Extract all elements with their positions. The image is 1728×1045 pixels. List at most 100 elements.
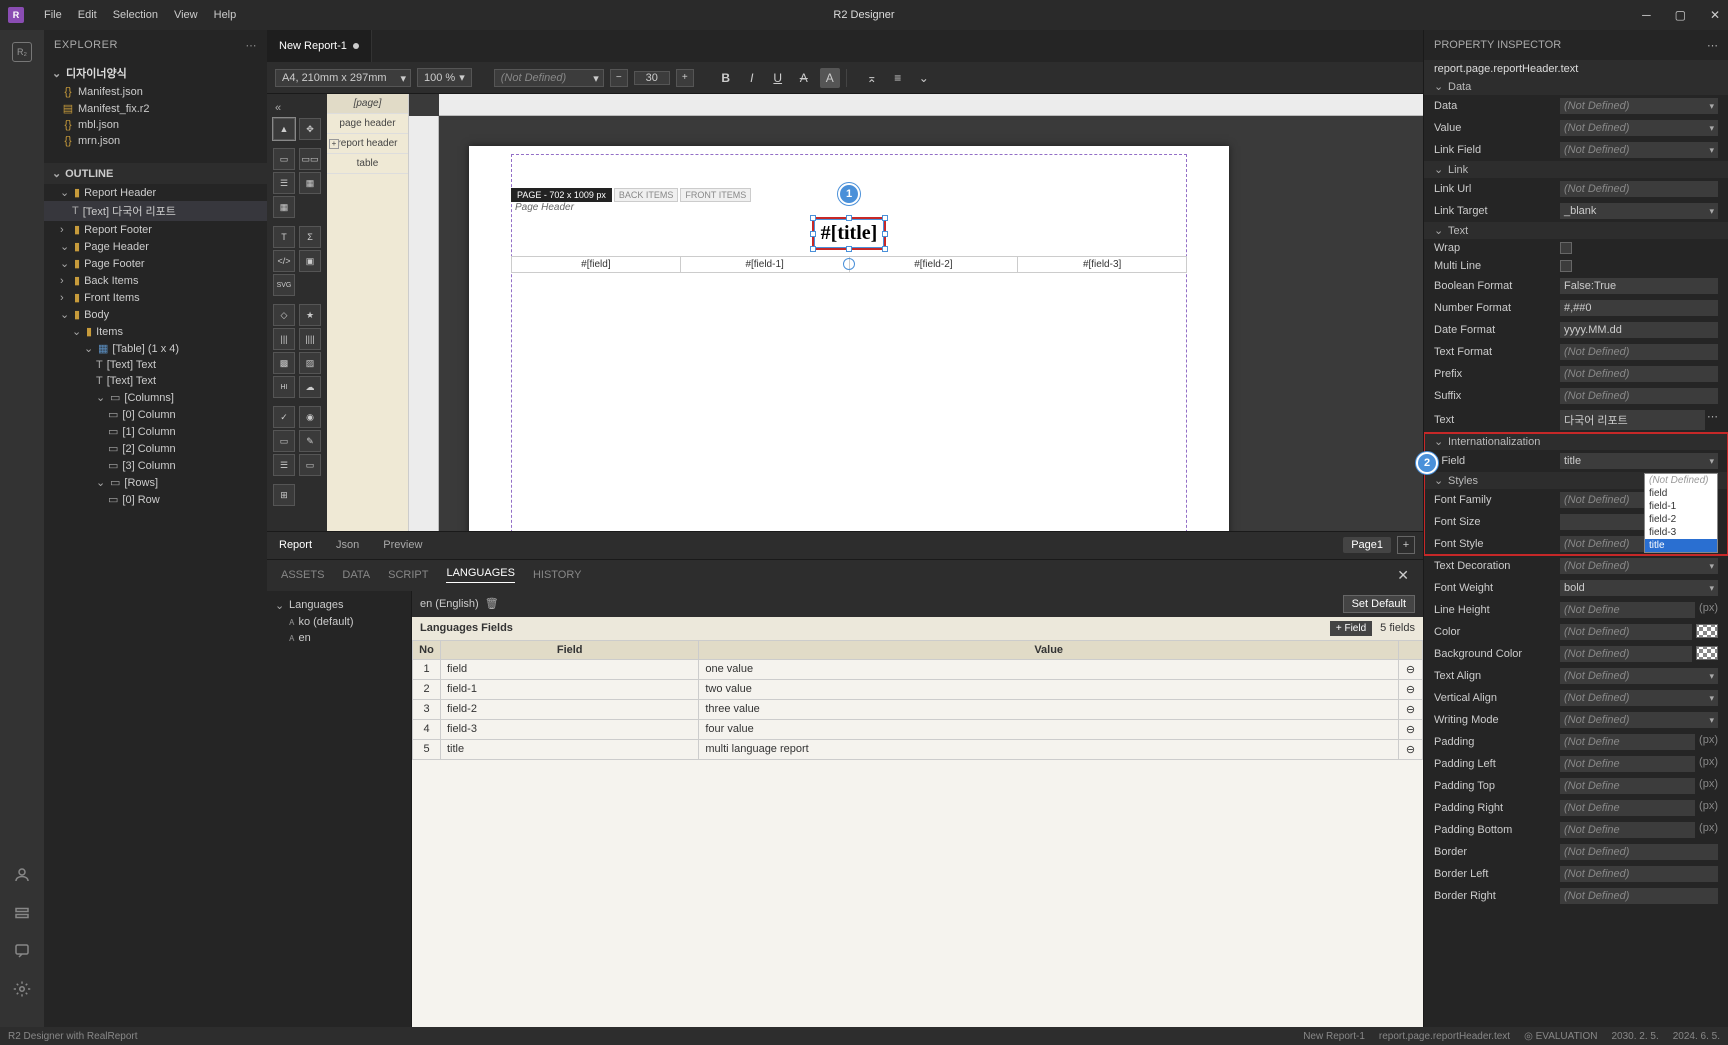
textcolor-button[interactable]: A [820,68,840,88]
prop-lineheight[interactable]: (Not Define [1560,602,1695,618]
outline--Table---1-x-4-[interactable]: ⌄▦[Table] (1 x 4) [44,340,267,357]
prop-borderright[interactable]: (Not Defined) [1560,888,1718,904]
row-action-icon[interactable]: ⊖ [1406,744,1415,756]
prop-bgcolor[interactable]: (Not Defined) [1560,646,1692,662]
canvas[interactable]: PAGE - 702 x 1009 px BACK ITEMS FRONT IT… [409,94,1423,531]
outline--0--Row[interactable]: ▭[0] Row [44,491,267,508]
struct-pageheader[interactable]: page header [327,114,408,134]
intl-field-dropdown[interactable]: (Not Defined)fieldfield-1field-2field-3t… [1644,473,1718,553]
tool-stamp[interactable]: ☁ [299,376,321,398]
tool-pointer[interactable]: ▲ [273,118,295,140]
outline-Page-Header[interactable]: ⌄▮Page Header [44,238,267,255]
outline-Front-Items[interactable]: ›▮Front Items [44,289,267,306]
field-cell-0[interactable]: #[field] [512,257,681,272]
outline-Items[interactable]: ⌄▮Items [44,323,267,340]
struct-page[interactable]: [page] [327,94,408,114]
group-data[interactable]: ⌄Data [1424,78,1728,95]
prop-padtop[interactable]: (Not Define [1560,778,1695,794]
lang-row-field-3[interactable]: 4field-3four value⊖ [413,719,1423,739]
tool-pattern[interactable]: ▨ [299,352,321,374]
tool-barcode[interactable]: ||| [273,328,295,350]
project-folder[interactable]: ⌄디자이너양식 [44,62,267,84]
file-Manifest_fix.r2[interactable]: ▤Manifest_fix.r2 [56,100,267,117]
back-items-tag[interactable]: BACK ITEMS [614,188,679,202]
tool-svg[interactable]: SVG [273,274,295,296]
outline--Rows-[interactable]: ⌄▭[Rows] [44,474,267,491]
prop-padleft[interactable]: (Not Define [1560,756,1695,772]
tool-grid[interactable]: ▦ [299,172,321,194]
tool-radio[interactable]: ◉ [299,406,321,428]
row-action-icon[interactable]: ⊖ [1406,684,1415,696]
dropdown-option-field-3[interactable]: field-3 [1645,526,1717,539]
prop-padbottom[interactable]: (Not Define [1560,822,1695,838]
maximize-icon[interactable]: ▢ [1675,8,1686,22]
tool-panel[interactable]: ▭ [299,454,321,476]
align-top-button[interactable]: ⌅ [862,68,882,88]
fontsize-decrease-button[interactable]: − [610,69,628,87]
front-items-tag[interactable]: FRONT ITEMS [680,188,751,202]
field-cell-3[interactable]: #[field-3] [1018,257,1186,272]
prop-prefix[interactable]: (Not Defined) [1560,366,1718,382]
outline--0--Column[interactable]: ▭[0] Column [44,406,267,423]
subtab-assets[interactable]: ASSETS [281,569,324,581]
prop-text[interactable]: 다국어 리포트 [1560,410,1705,430]
tool-text[interactable]: T [273,226,295,248]
file-mbl.json[interactable]: {}mbl.json [56,117,267,133]
selected-title-element[interactable]: #[title] [812,217,887,250]
outline--1--Column[interactable]: ▭[1] Column [44,423,267,440]
strikethrough-button[interactable]: A [794,68,814,88]
struct-reportheader[interactable]: +report header [327,134,408,154]
file-Manifest.json[interactable]: {}Manifest.json [56,84,267,100]
menu-edit[interactable]: Edit [70,9,105,21]
menu-help[interactable]: Help [206,9,245,21]
add-field-button[interactable]: + Field [1330,621,1372,636]
fontsize-input[interactable]: 30 [634,71,670,85]
prop-linktarget[interactable]: _blank▾ [1560,203,1718,219]
prop-boolformat[interactable]: False:True [1560,278,1718,294]
group-text[interactable]: ⌄Text [1424,222,1728,239]
fontsize-increase-button[interactable]: + [676,69,694,87]
prop-border[interactable]: (Not Defined) [1560,844,1718,860]
prop-writemode[interactable]: (Not Defined)▾ [1560,712,1718,728]
prop-valign[interactable]: (Not Defined)▾ [1560,690,1718,706]
explorer-more-icon[interactable]: ⋯ [246,39,258,52]
bgcolor-swatch[interactable] [1696,646,1718,660]
prop-value[interactable]: (Not Defined)▾ [1560,120,1718,136]
outline--Columns-[interactable]: ⌄▭[Columns] [44,389,267,406]
lang-root[interactable]: ⌄Languages [271,597,407,614]
palette-collapse-button[interactable]: « [271,100,323,116]
outline-Body[interactable]: ⌄▮Body [44,306,267,323]
page-indicator[interactable]: Page1 [1343,537,1391,553]
menu-view[interactable]: View [166,9,206,21]
tool-sign[interactable]: ✎ [299,430,321,452]
activity-designer-icon[interactable]: R₂ [12,42,32,62]
zoom-select[interactable]: 100 % ▾ [417,68,472,87]
tool-summary[interactable]: Σ [299,226,321,248]
align-bottom-button[interactable]: ⌄ [914,68,934,88]
prop-suffix[interactable]: (Not Defined) [1560,388,1718,404]
outline--3--Column[interactable]: ▭[3] Column [44,457,267,474]
tool-star[interactable]: ★ [299,304,321,326]
prop-fontweight[interactable]: bold▾ [1560,580,1718,596]
tool-shape[interactable]: ◇ [273,304,295,326]
tab-preview-view[interactable]: Preview [371,532,434,559]
align-middle-button[interactable]: ≡ [888,68,908,88]
dropdown-option-field-1[interactable]: field-1 [1645,500,1717,513]
row-action-icon[interactable]: ⊖ [1406,664,1415,676]
outline-Report-Header[interactable]: ⌄▮Report Header [44,184,267,201]
tool-align[interactable]: ⊞ [273,484,295,506]
activity-feedback-icon[interactable] [12,941,32,961]
tool-qr[interactable]: ▩ [273,352,295,374]
prop-linkurl[interactable]: (Not Defined) [1560,181,1718,197]
tool-check[interactable]: ✓ [273,406,295,428]
italic-button[interactable]: I [742,68,762,88]
outline--Text--Text[interactable]: T[Text] Text [44,357,267,373]
tool-table[interactable]: ▦ [273,196,295,218]
tool-list[interactable]: ☰ [273,454,295,476]
prop-multiline[interactable] [1560,260,1572,272]
menu-selection[interactable]: Selection [105,9,166,21]
set-default-button[interactable]: Set Default [1343,595,1415,613]
outline--Text---------[interactable]: T[Text] 다국어 리포트 [44,201,267,221]
lang-ko[interactable]: ᴀko (default) [271,614,407,630]
outline--Text--Text[interactable]: T[Text] Text [44,373,267,389]
